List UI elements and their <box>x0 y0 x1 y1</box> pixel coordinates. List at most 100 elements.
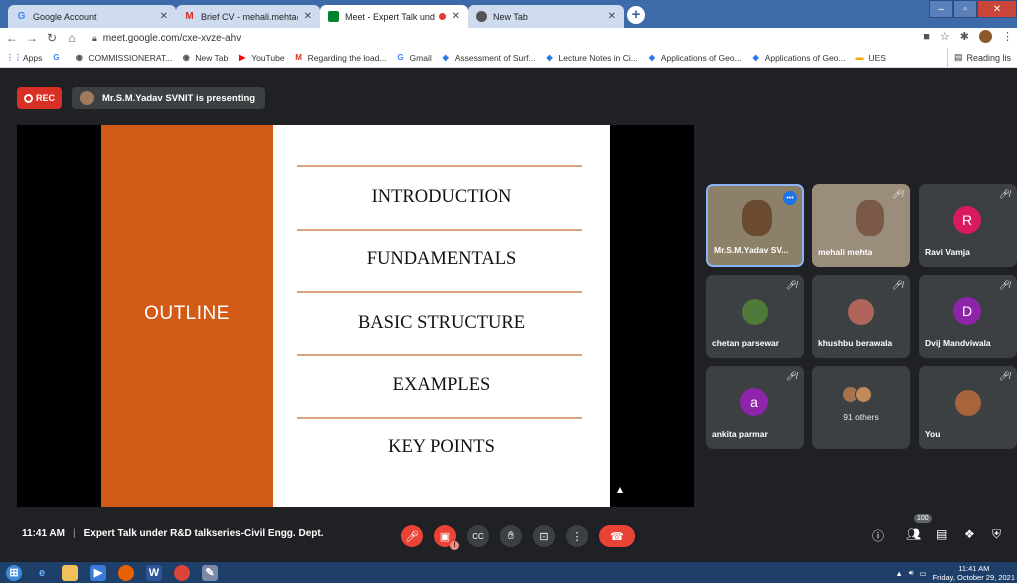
network-icon[interactable]: ▭ <box>920 569 927 578</box>
mic-toggle-button[interactable]: 🎤︎ <box>401 525 423 547</box>
apps-grid-icon: ⋮⋮ <box>6 53 22 62</box>
volume-icon[interactable]: 🔊︎ <box>909 568 914 578</box>
page-icon: ◈ <box>546 53 553 62</box>
bookmark-gmail[interactable]: G Gmail <box>396 53 431 63</box>
participant-tile[interactable]: 🎤︎̸ mehali mehta <box>812 184 910 267</box>
participant-avatar <box>848 299 874 325</box>
hang-up-icon: ☎︎ <box>610 530 624 543</box>
self-tile[interactable]: 🎤︎̸ You <box>919 366 1017 449</box>
participant-tile[interactable]: 🎤︎̸ R Ravi Vamja <box>919 184 1017 267</box>
reload-icon[interactable]: ↻ <box>44 31 60 45</box>
bookmark-commissionerat[interactable]: ◉ COMMISSIONERAT... <box>74 53 172 63</box>
bookmark-new-tab[interactable]: ◉ New Tab <box>181 53 228 63</box>
participant-name: mehali mehta <box>818 247 873 257</box>
participant-video <box>742 200 772 236</box>
bookmark-applications-2[interactable]: ◈ Applications of Geo... <box>751 53 846 63</box>
more-options-button[interactable]: ⋮ <box>566 525 588 547</box>
reading-list-button[interactable]: ▤ Reading lis <box>946 48 1017 67</box>
back-icon[interactable]: ← <box>4 31 20 45</box>
new-tab-button[interactable]: + <box>627 6 645 24</box>
presenter-banner: Mr.S.M.Yadav SVNIT is presenting <box>72 87 266 109</box>
meeting-title: Expert Talk under R&D talkseries-Civil E… <box>83 528 324 539</box>
tab-label: Brief CV - mehali.mehta@scet.ac <box>201 11 298 22</box>
bookmark-lecture[interactable]: ◈ Lecture Notes in Ci... <box>545 52 638 63</box>
windows-taskbar: ⊞ e ▶ W ✎ ▲ 🔊︎ ▭ 11:41 AM Friday, Octobe… <box>0 562 1017 583</box>
page-icon: ◈ <box>442 53 449 62</box>
slide-item: BASIC STRUCTURE <box>357 313 526 333</box>
close-window-button[interactable]: ✕ <box>977 0 1017 18</box>
captions-button[interactable]: CC <box>467 525 489 547</box>
firefox-icon[interactable] <box>118 564 134 581</box>
participant-name: Dvij Mandviwala <box>925 338 991 348</box>
bookmark-label: Applications of Geo... <box>764 52 846 63</box>
host-controls-icon[interactable]: ⛨ <box>992 527 1001 542</box>
address-bar: ← → ↻ ⌂ 🔒︎ meet.google.com/cxe-xvze-ahv … <box>0 28 1017 48</box>
bookmark-youtube[interactable]: ▶ YouTube <box>237 53 284 63</box>
mic-off-icon: 🎤︎ <box>405 530 419 543</box>
participant-avatar <box>742 299 768 325</box>
bookmark-google[interactable]: G <box>51 53 65 63</box>
bookmark-label: Applications of Geo... <box>660 52 742 63</box>
participant-tile[interactable]: ••• Mr.S.M.Yadav SV... <box>706 184 804 267</box>
start-button[interactable]: ⊞ <box>6 564 22 581</box>
star-icon[interactable]: ☆ <box>940 30 950 43</box>
word-icon[interactable]: W <box>146 564 162 581</box>
participant-tile[interactable]: 🎤︎̸ a ankita parmar <box>706 366 804 449</box>
mic-off-icon: 🎤︎̸ <box>785 280 797 290</box>
participant-tile[interactable]: 🎤︎̸ D Dvij Mandviwala <box>919 275 1017 358</box>
recording-dot-icon <box>438 13 446 20</box>
tab-gmail[interactable]: M Brief CV - mehali.mehta@scet.ac ✕ <box>176 5 320 28</box>
profile-avatar[interactable] <box>979 30 992 43</box>
meeting-info: 11:41 AM | Expert Talk under R&D talkserie… <box>22 528 324 539</box>
chrome-icon[interactable] <box>174 564 190 581</box>
people-icon[interactable]: 👥︎ <box>906 527 921 541</box>
mic-off-icon: 🎤︎̸ <box>998 371 1010 381</box>
minimize-button[interactable]: – <box>929 0 953 18</box>
close-icon[interactable]: ✕ <box>160 11 168 22</box>
meet-icon <box>328 11 339 22</box>
recording-badge[interactable]: REC <box>17 87 62 109</box>
chat-icon[interactable]: ▤ <box>936 527 947 541</box>
mouse-cursor <box>617 487 623 493</box>
bookmark-apps[interactable]: ⋮⋮ Apps <box>6 53 42 63</box>
tab-new-tab[interactable]: New Tab ✕ <box>468 5 624 28</box>
file-explorer-icon[interactable] <box>62 564 78 581</box>
camera-toggle-button[interactable]: ▣! <box>434 525 459 550</box>
extensions-icon[interactable]: ✱ <box>960 30 969 43</box>
system-tray: ▲ 🔊︎ ▭ 11:41 AM Friday, October 29, 2021 <box>895 564 1015 582</box>
tab-meet[interactable]: Meet - Expert Talk under R& ✕ <box>320 5 468 28</box>
bookmark-ues[interactable]: ▬ UES <box>854 53 885 63</box>
menu-icon[interactable]: ⋮ <box>1002 30 1013 43</box>
maximize-button[interactable]: ▫ <box>953 0 977 18</box>
url-field[interactable]: 🔒︎ meet.google.com/cxe-xvze-ahv <box>92 33 241 44</box>
activities-icon[interactable]: ❖ <box>964 527 975 541</box>
bookmark-regarding[interactable]: M Regarding the load... <box>294 53 386 63</box>
close-icon[interactable]: ✕ <box>608 11 616 22</box>
bookmark-label: Lecture Notes in Ci... <box>558 52 638 63</box>
camera-icon[interactable]: ■ <box>923 31 930 43</box>
others-tile[interactable]: 91 others <box>812 366 910 449</box>
info-icon[interactable]: ⓘ <box>872 527 884 544</box>
tab-google-account[interactable]: G Google Account ✕ <box>8 5 176 28</box>
home-icon[interactable]: ⌂ <box>64 31 80 45</box>
forward-icon[interactable]: → <box>24 31 40 45</box>
mic-off-icon: 🎤︎̸ <box>891 189 903 199</box>
tray-arrow-icon[interactable]: ▲ <box>895 569 902 578</box>
close-icon[interactable]: ✕ <box>452 11 460 22</box>
leave-call-button[interactable]: ☎︎ <box>599 525 635 547</box>
close-icon[interactable]: ✕ <box>304 11 312 22</box>
participant-name: Ravi Vamja <box>925 247 970 257</box>
participant-tile[interactable]: 🎤︎̸ chetan parsewar <box>706 275 804 358</box>
paint-icon[interactable]: ✎ <box>202 564 218 581</box>
bookmark-label: UES <box>868 52 886 63</box>
participant-tile[interactable]: 🎤︎̸ khushbu berawala <box>812 275 910 358</box>
present-button[interactable]: ⊡ <box>533 525 555 547</box>
bookmark-applications-1[interactable]: ◈ Applications of Geo... <box>647 53 742 63</box>
mic-off-icon: 🎤︎̸ <box>998 189 1010 199</box>
ie-icon[interactable]: e <box>34 565 50 581</box>
raise-hand-button[interactable]: ✋︎ <box>500 525 522 547</box>
system-clock[interactable]: 11:41 AM Friday, October 29, 2021 <box>933 564 1015 582</box>
bookmark-label: COMMISSIONERAT... <box>88 52 173 63</box>
bookmark-assessment[interactable]: ◈ Assessment of Surf... <box>441 53 536 63</box>
media-player-icon[interactable]: ▶ <box>90 564 106 581</box>
